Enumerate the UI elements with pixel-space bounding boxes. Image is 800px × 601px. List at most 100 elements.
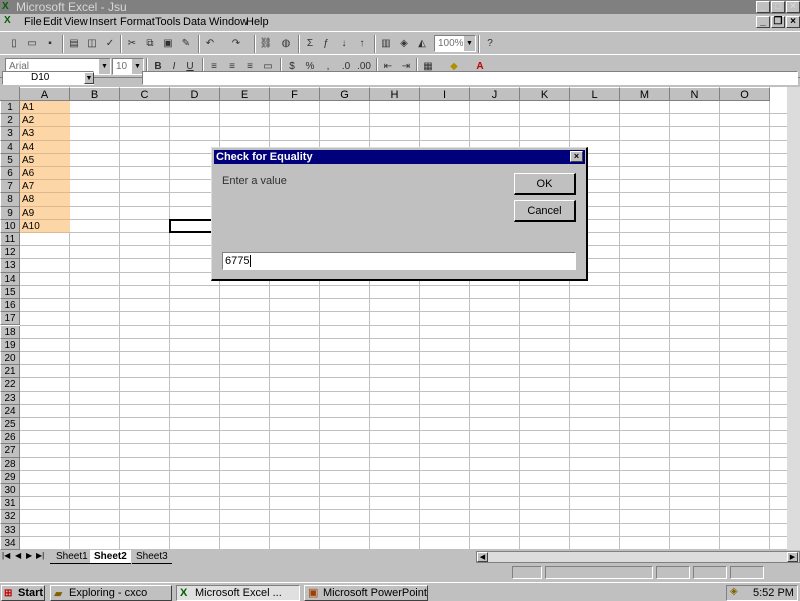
paste-icon[interactable]: ▣ [160, 36, 176, 52]
row-header[interactable]: 2 [0, 114, 20, 128]
next-sheet-icon[interactable]: ▶ [26, 551, 32, 560]
cut-icon[interactable]: ✂ [124, 36, 140, 52]
new-icon[interactable]: ▯ [6, 36, 22, 52]
open-icon[interactable]: ▭ [24, 36, 40, 52]
menu-data[interactable]: Data [183, 16, 206, 28]
drawing-icon[interactable]: ◭ [414, 36, 430, 52]
row-header[interactable]: 30 [0, 483, 20, 498]
cell-a5[interactable]: A5 [20, 153, 70, 168]
last-sheet-icon[interactable]: ▶| [36, 551, 44, 560]
row-header[interactable]: 7 [0, 180, 20, 194]
cell-a10[interactable]: A10 [20, 219, 70, 234]
doc-minimize-button[interactable]: _ [756, 16, 770, 28]
prev-sheet-icon[interactable]: ◀ [15, 551, 21, 560]
save-icon[interactable]: ▪ [42, 36, 58, 52]
menu-insert[interactable]: Insert [89, 16, 117, 28]
menu-tools[interactable]: Tools [155, 16, 181, 28]
start-button[interactable]: ⊞ Start [1, 585, 45, 601]
doc-close-button[interactable]: × [786, 16, 800, 28]
row-header[interactable]: 14 [0, 272, 20, 286]
tray-icon[interactable]: ◈ [730, 586, 738, 597]
row-header[interactable]: 26 [0, 431, 20, 445]
office-assistant-icon[interactable]: ? [482, 36, 498, 52]
row-header[interactable]: 8 [0, 193, 20, 207]
row-header[interactable]: 6 [0, 167, 20, 181]
column-header[interactable]: A [20, 87, 70, 101]
tab-sheet2[interactable]: Sheet2 [90, 550, 131, 564]
map-icon[interactable]: ◈ [396, 36, 412, 52]
column-header[interactable]: G [320, 87, 370, 101]
row-header[interactable]: 23 [0, 391, 20, 405]
menu-edit[interactable]: Edit [43, 16, 62, 28]
copy-icon[interactable]: ⧉ [142, 36, 158, 52]
sort-descending-icon[interactable]: ↑ [354, 36, 370, 52]
redo-icon[interactable]: ↷ [228, 36, 244, 52]
name-box-dropdown-icon[interactable]: ▼ [84, 72, 94, 84]
row-header[interactable]: 11 [0, 233, 20, 247]
row-header[interactable]: 12 [0, 246, 20, 260]
row-header[interactable]: 15 [0, 285, 20, 300]
sort-ascending-icon[interactable]: ↓ [336, 36, 352, 52]
menu-format[interactable]: Format [120, 16, 155, 28]
menu-help[interactable]: Help [246, 16, 269, 28]
column-header[interactable]: H [370, 87, 420, 101]
cell-a8[interactable]: A8 [20, 193, 70, 207]
column-header[interactable]: J [470, 87, 520, 101]
print-preview-icon[interactable]: ◫ [84, 36, 100, 52]
column-header[interactable]: L [570, 87, 620, 101]
column-header[interactable]: C [120, 87, 170, 101]
cell-a3[interactable]: A3 [20, 127, 70, 141]
row-header[interactable]: 22 [0, 378, 20, 392]
scroll-right-icon[interactable]: ▶ [787, 552, 798, 562]
hyperlink-icon[interactable]: ⛓ [258, 36, 274, 52]
column-header[interactable]: E [220, 87, 270, 101]
row-header[interactable]: 1 [0, 101, 20, 115]
minimize-button[interactable]: _ [756, 1, 770, 13]
select-all-corner[interactable] [0, 87, 20, 101]
cell-a9[interactable]: A9 [20, 206, 70, 220]
menu-view[interactable]: View [64, 16, 88, 28]
column-header[interactable]: D [170, 87, 220, 101]
column-header[interactable]: I [420, 87, 470, 101]
row-header[interactable]: 32 [0, 510, 20, 524]
cell-a2[interactable]: A2 [20, 114, 70, 128]
task-excel[interactable]: X Microsoft Excel ... [176, 585, 300, 601]
horizontal-scrollbar[interactable]: ◀ ▶ [476, 551, 800, 563]
row-header[interactable]: 3 [0, 127, 20, 141]
workbook-icon[interactable]: X [4, 15, 18, 29]
row-header[interactable]: 31 [0, 497, 20, 511]
row-header[interactable]: 20 [0, 351, 20, 366]
maximize-button[interactable]: □ [771, 1, 785, 13]
cell-a6[interactable]: A6 [20, 167, 70, 181]
row-header[interactable]: 27 [0, 444, 20, 458]
row-header[interactable]: 13 [0, 259, 20, 273]
undo-icon[interactable]: ↶ [202, 36, 218, 52]
format-painter-icon[interactable]: ✎ [178, 36, 194, 52]
spelling-icon[interactable]: ✓ [102, 36, 118, 52]
chart-wizard-icon[interactable]: ▥ [378, 36, 394, 52]
row-header[interactable]: 34 [0, 536, 20, 550]
menu-window[interactable]: Window [209, 16, 248, 28]
row-header[interactable]: 25 [0, 417, 20, 432]
row-header[interactable]: 16 [0, 299, 20, 313]
row-header[interactable]: 24 [0, 404, 20, 418]
print-icon[interactable]: ▤ [66, 36, 82, 52]
row-header[interactable]: 17 [0, 312, 20, 326]
row-header[interactable]: 18 [0, 325, 20, 339]
clock[interactable]: 5:52 PM [753, 587, 794, 599]
zoom-combo[interactable]: 100% ▼ [434, 35, 476, 52]
tab-sheet1[interactable]: Sheet1 [50, 550, 94, 564]
row-header[interactable]: 33 [0, 523, 20, 537]
row-header[interactable]: 4 [0, 140, 20, 154]
menu-file[interactable]: File [24, 16, 42, 28]
row-header[interactable]: 19 [0, 338, 20, 352]
tab-sheet3[interactable]: Sheet3 [132, 550, 172, 564]
row-header[interactable]: 5 [0, 153, 20, 168]
column-header[interactable]: F [270, 87, 320, 101]
row-header[interactable]: 10 [0, 219, 20, 234]
autosum-icon[interactable]: Σ [302, 36, 318, 52]
task-exploring[interactable]: ▰ Exploring - cxco [50, 585, 172, 601]
value-input[interactable]: 6775 [222, 252, 576, 270]
cell-a1[interactable]: A1 [20, 101, 70, 115]
formula-input[interactable] [142, 71, 798, 85]
